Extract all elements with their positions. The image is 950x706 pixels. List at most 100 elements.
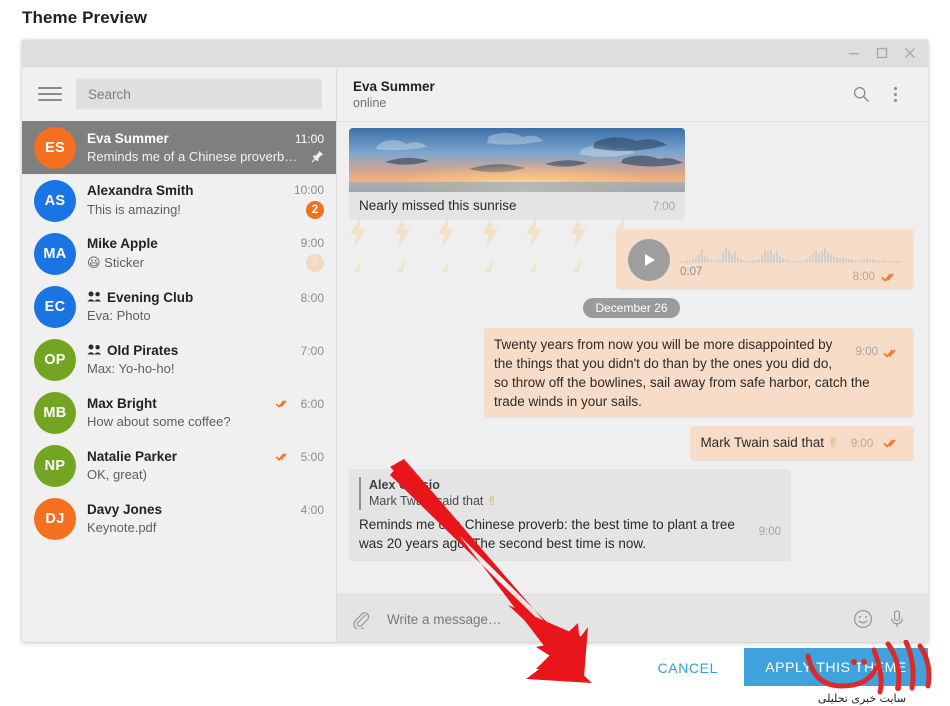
voice-waveform[interactable] xyxy=(680,243,902,263)
chat-item-name: Max Bright xyxy=(87,396,157,411)
sidebar-toolbar: Search xyxy=(22,67,336,121)
reply-body-wrap: 9:00 Reminds me of a Chinese proverb: th… xyxy=(359,515,781,553)
photo-message-bubble[interactable]: Nearly missed this sunrise 7:00 xyxy=(349,128,685,220)
kebab-menu-icon[interactable] xyxy=(878,77,912,111)
chat-item-name: Alexandra Smith xyxy=(87,182,194,198)
photo-caption-row: Nearly missed this sunrise 7:00 xyxy=(349,192,685,220)
search-icon[interactable] xyxy=(844,77,878,111)
chat-item-name-row: Eva Summer 11:00 xyxy=(87,131,324,146)
read-check-icon xyxy=(881,272,897,282)
chat-item-preview: How about some coffee? xyxy=(87,414,231,429)
reply-quote-text-wrap: Mark Twain said that ✌ xyxy=(369,493,781,510)
victory-hand-emoji: ✌ xyxy=(827,435,840,450)
chat-title: Eva Summer xyxy=(353,78,435,94)
chat-item-main: Mike Apple 9:00 😃 Sticker 2 xyxy=(87,236,324,272)
message-input[interactable]: Write a message… xyxy=(377,612,846,627)
avatar: AS xyxy=(34,179,76,222)
chat-item-time: 8:00 xyxy=(300,290,324,305)
sticker-emoji: 😃 xyxy=(87,254,101,270)
chat-item-preview: 😃 Sticker xyxy=(87,254,144,270)
chat-item-preview-row: Max: Yo-ho-ho! xyxy=(87,361,324,376)
chat-list-item[interactable]: ES Eva Summer 11:00 Reminds me of a Chinese… xyxy=(22,121,336,174)
chat-item-time: 9:00 xyxy=(300,236,324,250)
reply-message-bubble[interactable]: Alex Cassio Mark Twain said that ✌ 9:00 … xyxy=(349,469,791,560)
reply-quote-block[interactable]: Alex Cassio Mark Twain said that ✌ xyxy=(359,477,781,510)
chat-list-item[interactable]: DJ Davy Jones 4:00 Keynote.pdf xyxy=(22,492,336,545)
quote-message-bubble[interactable]: 9:00 Twenty years from now you will be m… xyxy=(484,328,914,417)
chat-item-preview: Reminds me of a Chinese proverb… xyxy=(87,149,298,164)
chat-list-item[interactable]: EC Evening Club 8:00 Eva: Photo xyxy=(22,280,336,333)
chat-item-name: Mike Apple xyxy=(87,235,158,251)
group-icon xyxy=(87,291,102,302)
avatar: OP xyxy=(34,338,76,381)
message-row-photo: Nearly missed this sunrise 7:00 xyxy=(349,128,914,220)
photo-caption: Nearly missed this sunrise xyxy=(359,198,517,213)
window-titlebar xyxy=(22,40,928,67)
chat-header: Eva Summer online xyxy=(337,67,928,122)
chat-item-name: Davy Jones xyxy=(87,502,163,517)
play-icon[interactable] xyxy=(628,239,670,281)
date-separator: December 26 xyxy=(349,298,914,318)
chat-item-time: 6:00 xyxy=(300,396,324,411)
reply-quote-author: Alex Cassio xyxy=(369,478,440,492)
avatar: EC xyxy=(34,285,76,328)
read-check-icon xyxy=(883,348,899,358)
minimize-icon[interactable] xyxy=(840,40,868,66)
chat-item-name-row: Max Bright 6:00 xyxy=(87,396,324,411)
close-icon[interactable] xyxy=(896,40,924,66)
chat-item-preview: Eva: Photo xyxy=(87,308,151,323)
quote-message-text-wrap: 9:00 Twenty years from now you will be m… xyxy=(484,328,914,417)
cancel-button[interactable]: CANCEL xyxy=(658,660,718,676)
message-row-attrib: Mark Twain said that ✌ 9:00 xyxy=(349,426,914,460)
chat-item-time: 4:00 xyxy=(300,502,324,517)
chat-item-main: Old Pirates 7:00 Max: Yo-ho-ho! xyxy=(87,343,324,376)
dialog-footer: CANCEL APPLY THIS THEME xyxy=(22,648,928,694)
chat-item-time: 5:00 xyxy=(300,449,324,464)
chat-list[interactable]: ES Eva Summer 11:00 Reminds me of a Chinese… xyxy=(22,121,336,642)
smiley-icon[interactable] xyxy=(846,602,880,636)
attrib-message-time: 9:00 xyxy=(850,438,874,450)
read-check-icon xyxy=(275,399,290,408)
read-check-icon xyxy=(883,438,899,448)
hamburger-icon[interactable] xyxy=(38,87,62,101)
chat-list-item[interactable]: OP Old Pirates 7:00 Max: Yo-ho-ho! xyxy=(22,333,336,386)
victory-hand-emoji: ✌ xyxy=(486,494,498,508)
chat-item-name-row: Davy Jones 4:00 xyxy=(87,502,324,517)
theme-preview-window: Search ES Eva Summer 11:00 Reminds me of a … xyxy=(22,40,928,642)
search-input[interactable]: Search xyxy=(76,79,322,109)
date-separator-label: December 26 xyxy=(583,298,680,318)
chat-item-main: Eva Summer 11:00 Reminds me of a Chinese p… xyxy=(87,131,324,164)
chat-list-item[interactable]: AS Alexandra Smith 10:00 This is amazing! 2 xyxy=(22,174,336,227)
voice-time: 8:00 xyxy=(852,271,875,283)
chat-item-main: Natalie Parker 5:00 OK, great) xyxy=(87,449,324,482)
read-check-icon xyxy=(275,452,290,461)
chat-item-name-row: Natalie Parker 5:00 xyxy=(87,449,324,464)
voice-message-bubble[interactable]: 0:07 8:00 xyxy=(616,229,914,289)
chat-list-item[interactable]: NP Natalie Parker 5:00 OK, great) xyxy=(22,439,336,492)
apply-theme-button[interactable]: APPLY THIS THEME xyxy=(744,648,928,686)
message-row-voice: 0:07 8:00 xyxy=(349,229,914,289)
chat-item-preview: Max: Yo-ho-ho! xyxy=(87,361,175,376)
chat-item-name-row: Mike Apple 9:00 xyxy=(87,236,324,251)
avatar: ES xyxy=(34,126,76,169)
avatar: MA xyxy=(34,232,76,275)
paperclip-icon[interactable] xyxy=(351,610,377,629)
message-list[interactable]: Nearly missed this sunrise 7:00 0:07 8:0… xyxy=(337,122,928,594)
maximize-icon[interactable] xyxy=(868,40,896,66)
chat-item-preview-row: Eva: Photo xyxy=(87,308,324,323)
message-row-quote: 9:00 Twenty years from now you will be m… xyxy=(349,328,914,417)
microphone-icon[interactable] xyxy=(880,602,914,636)
chat-list-item[interactable]: MB Max Bright 6:00 How about some coffee? xyxy=(22,386,336,439)
attrib-text-wrap: Mark Twain said that ✌ 9:00 xyxy=(690,426,914,460)
photo-time: 7:00 xyxy=(652,201,675,213)
attrib-message-bubble[interactable]: Mark Twain said that ✌ 9:00 xyxy=(690,426,914,460)
avatar: NP xyxy=(34,444,76,487)
chat-item-preview-row: 😃 Sticker 2 xyxy=(87,253,324,272)
chat-item-preview: This is amazing! xyxy=(87,202,181,217)
chat-item-preview-row: This is amazing! 2 xyxy=(87,200,324,219)
reply-quote-text: Mark Twain said that xyxy=(369,494,484,508)
chat-item-name-row: Evening Club 8:00 xyxy=(87,290,324,305)
chat-list-item[interactable]: MA Mike Apple 9:00 😃 Sticker 2 xyxy=(22,227,336,280)
message-row-reply: Alex Cassio Mark Twain said that ✌ 9:00 … xyxy=(349,469,914,560)
unread-badge: 2 xyxy=(306,253,324,272)
